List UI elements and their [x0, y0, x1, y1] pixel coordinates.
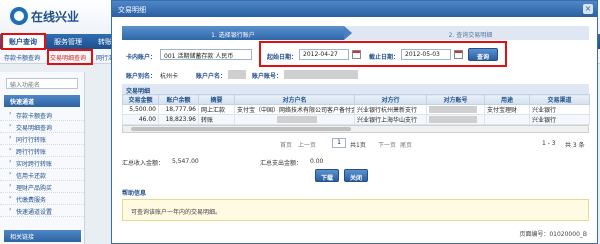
- pager-prev[interactable]: 上一页: [298, 140, 316, 149]
- sidebar-item-payment[interactable]: 代缴费服务: [0, 193, 84, 205]
- close-icon[interactable]: ×: [583, 4, 593, 14]
- masked-account: [429, 106, 477, 113]
- sidebar-item-balance[interactable]: 存款卡额查询: [0, 109, 84, 121]
- col-counterparty-bank[interactable]: 对方行: [354, 94, 427, 105]
- summary-expense-value: 0.00: [310, 158, 324, 165]
- cell-counterparty-account: [426, 114, 485, 125]
- cell-summary: 网上汇款: [198, 104, 235, 115]
- table-header-row: 交易金额 账户余额 摘要 对方户名 对方行 对方账号 用途 交易渠道: [122, 94, 590, 105]
- sidebar-search-input[interactable]: 输入功能名: [6, 78, 78, 89]
- cell-counterparty-name: [234, 114, 355, 125]
- pager-total: 共1页: [350, 142, 366, 149]
- summary-income-label: 汇总收入金额：: [122, 160, 165, 167]
- cell-channel: 兴业银行: [529, 114, 590, 125]
- bank-logo-text: 在线兴业: [31, 9, 80, 24]
- col-channel[interactable]: 交易渠道: [529, 94, 590, 105]
- pager-range: 1 - 3: [542, 140, 556, 147]
- page-number-value: 01020000_B: [549, 231, 587, 238]
- page-number-label: 页面编号：: [519, 231, 550, 238]
- page-number: 页面编号：01020000_B: [519, 229, 587, 238]
- query-button[interactable]: 查询: [468, 48, 498, 61]
- help-box: 可查询该账户一年内的交易明细。: [122, 199, 589, 221]
- holder-label: 账户户名：: [196, 73, 227, 80]
- pager-count: 共 3 条: [565, 142, 585, 149]
- cell-summary: 转账: [198, 114, 235, 125]
- number-masked: [284, 70, 358, 79]
- help-title: 帮助信息: [122, 190, 147, 197]
- horizontal-scrollbar[interactable]: [122, 125, 589, 133]
- sidebar-item-credit-card[interactable]: 信用卡还款: [0, 169, 84, 181]
- cell-balance: 18,777.96: [158, 104, 199, 115]
- bank-logo-icon: [10, 7, 28, 25]
- account-select[interactable]: 001 活期储蓄存款 人民币: [160, 49, 252, 60]
- pagination: 首页 上一页 1 共1页 下一页 尾页 1 - 3 共 3 条: [122, 138, 589, 150]
- col-counterparty-name[interactable]: 对方户名: [234, 94, 355, 105]
- bank-logo: 在线兴业: [10, 7, 79, 25]
- col-balance[interactable]: 账户余额: [158, 94, 199, 105]
- pager-last[interactable]: 尾页: [400, 140, 412, 149]
- subnav-balance-query[interactable]: 存款卡额查询: [4, 53, 40, 62]
- nav-item-service[interactable]: 服务管理: [54, 37, 82, 47]
- number-label: 账户账号：: [252, 73, 283, 80]
- sidebar: 输入功能名 快速通道 存款卡额查询 交易明细查询 同行行转账 跨行行转账 实时跨…: [0, 72, 85, 244]
- detail-section-title: 交易明细: [122, 84, 589, 95]
- alias-value: 杭州卡: [160, 73, 179, 80]
- start-date-label: 起始日期：: [267, 54, 298, 61]
- table-row[interactable]: 5,500.00 18,777.96 网上汇款 支付宝（中国）网络技术有限公司客…: [122, 104, 590, 115]
- cell-amount: 5,500.00: [122, 104, 159, 115]
- sidebar-item-realtime[interactable]: 实时跨行转账: [0, 157, 84, 169]
- step-indicator: 1. 选择银行账户 2. 查询交易明细: [122, 26, 589, 40]
- summary-expense-label: 汇总支出金额：: [260, 160, 303, 167]
- col-amount[interactable]: 交易金额: [122, 94, 159, 105]
- download-button[interactable]: 下载: [315, 169, 339, 182]
- masked-name: [277, 116, 317, 123]
- col-counterparty-account[interactable]: 对方账号: [426, 94, 485, 105]
- cell-amount: 46.00: [122, 114, 159, 125]
- cell-purpose: [484, 114, 530, 125]
- scrollbar-thumb[interactable]: [131, 127, 351, 131]
- end-date-label: 截止日期：: [369, 54, 400, 61]
- highlight-subnav-box: [47, 49, 93, 65]
- sidebar-item-wealth[interactable]: 理财产品购买: [0, 181, 84, 193]
- cell-counterparty-name: 支付宝（中国）网络技术有限公司客户备付金: [234, 104, 355, 115]
- close-button[interactable]: 关闭: [344, 169, 368, 182]
- calendar-icon[interactable]: [352, 50, 361, 59]
- col-summary[interactable]: 摘要: [198, 94, 235, 105]
- sidebar-item-same-bank[interactable]: 同行行转账: [0, 133, 84, 145]
- cell-counterparty-bank: 兴业银行上海华山支行: [354, 114, 427, 125]
- holder-masked: [228, 70, 246, 79]
- cell-channel: 兴业银行: [529, 104, 590, 115]
- dialog-title: 交易明细: [118, 6, 146, 14]
- nav-item-transfer[interactable]: 转账: [98, 37, 112, 47]
- table-row[interactable]: 46.00 18,823.96 转账 兴业银行上海华山支行 兴业银行: [122, 114, 590, 125]
- sidebar-item-settings[interactable]: 快速通道设置: [0, 205, 84, 217]
- cell-counterparty-bank: 兴业银行杭州萧新支行: [354, 104, 427, 115]
- transaction-dialog: 交易明细 × 1. 选择银行账户 2. 查询交易明细 卡内账户： 001 活期储…: [111, 0, 598, 244]
- cell-purpose: 支付宝理财: [484, 104, 530, 115]
- help-text: 可查询该账户一年内的交易明细。: [131, 209, 222, 216]
- transaction-table: 交易金额 账户余额 摘要 对方户名 对方行 对方账号 用途 交易渠道 5,500…: [122, 94, 590, 125]
- calendar-icon[interactable]: [454, 50, 463, 59]
- summary-income-value: 5,547.00: [172, 158, 199, 165]
- masked-account: [429, 116, 477, 123]
- dialog-title-bar: 交易明细 ×: [112, 1, 597, 17]
- highlight-nav-box: [1, 33, 46, 50]
- page-number-input[interactable]: 1: [332, 138, 346, 148]
- sidebar-section-title: 快速通道: [4, 95, 80, 107]
- step-2: 2. 查询交易明细: [448, 32, 493, 39]
- step-1: 1. 选择银行账户: [122, 26, 344, 40]
- sidebar-item-cross-bank[interactable]: 跨行行转账: [0, 145, 84, 157]
- pager-next[interactable]: 下一页: [378, 140, 396, 149]
- col-purpose[interactable]: 用途: [484, 94, 530, 105]
- cell-balance: 18,823.96: [158, 114, 199, 125]
- end-date-input[interactable]: 2012-05-03: [401, 49, 451, 60]
- sidebar-item-detail[interactable]: 交易明细查询: [0, 121, 84, 133]
- pager-first[interactable]: 首页: [280, 140, 292, 149]
- alias-label: 账户别名：: [126, 73, 157, 80]
- sidebar-footer: 相关链接: [4, 230, 81, 242]
- start-date-input[interactable]: 2012-04-27: [299, 49, 349, 60]
- cell-counterparty-account: [426, 104, 485, 115]
- step-arrow-icon: [344, 26, 352, 40]
- account-label: 卡内账户：: [126, 54, 157, 61]
